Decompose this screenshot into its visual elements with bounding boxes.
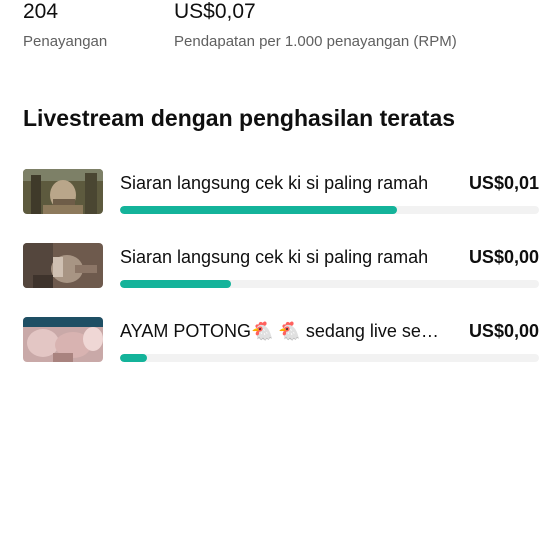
top-livestream-list: Siaran langsung cek ki si paling ramah U… [23,168,539,390]
livestream-title[interactable]: Siaran langsung cek ki si paling ramah [120,171,440,195]
earnings-progress-fill [120,280,232,288]
livestream-thumbnail[interactable] [23,169,103,214]
livestream-row[interactable]: AYAM POTONG🐔 🐔 sedang live sekarang US$0… [23,316,539,390]
earnings-progress-fill [120,206,397,214]
livestream-title[interactable]: AYAM POTONG🐔 🐔 sedang live sekarang [120,319,440,343]
stats-summary: 204 Penayangan US$0,07 Pendapatan per 1.… [23,0,540,60]
livestream-thumbnail[interactable] [23,243,103,288]
livestream-earnings: US$0,00 [468,321,539,341]
earnings-progress-fill [120,354,148,362]
section-title: Livestream dengan penghasilan teratas [23,105,456,131]
views-value: 204 [23,0,59,23]
rpm-value: US$0,07 [174,0,256,23]
livestream-row[interactable]: Siaran langsung cek ki si paling ramah U… [23,168,539,242]
livestream-earnings: US$0,01 [468,173,539,193]
earnings-progress-track [120,354,539,362]
earnings-progress-track [120,280,539,288]
rpm-stat: US$0,07 Pendapatan per 1.000 penayangan … [174,0,457,52]
livestream-row[interactable]: Siaran langsung cek ki si paling ramah U… [23,242,539,316]
livestream-title[interactable]: Siaran langsung cek ki si paling ramah [120,245,440,269]
livestream-earnings: US$0,00 [468,247,539,267]
analytics-page: 204 Penayangan US$0,07 Pendapatan per 1.… [0,0,560,560]
earnings-progress-track [120,206,539,214]
views-label: Penayangan [23,33,108,50]
views-stat: 204 Penayangan [23,0,107,52]
rpm-label: Pendapatan per 1.000 penayangan (RPM) [174,33,457,50]
livestream-thumbnail[interactable] [23,317,103,362]
